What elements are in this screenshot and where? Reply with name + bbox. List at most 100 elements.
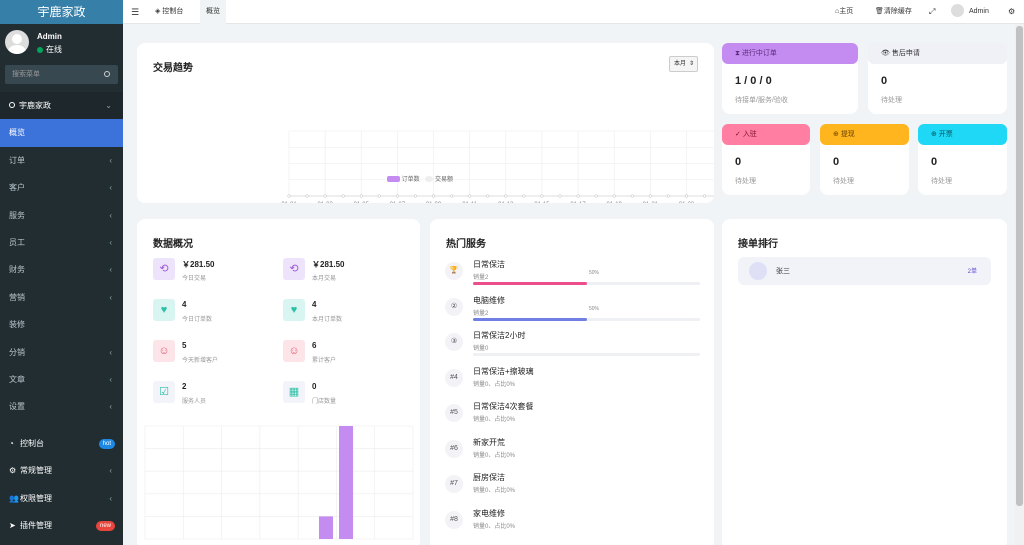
menu-badge: hot [98, 439, 115, 449]
service-name[interactable]: 日常保洁 [473, 259, 505, 270]
sidebar-item-label: 权限管理 [20, 493, 52, 503]
stat-value: 4 [312, 300, 317, 309]
page-scrollbar[interactable] [1015, 24, 1024, 545]
sidebar-bottom-item-0[interactable]: ◔ 控制台 hot [0, 430, 123, 457]
service-name[interactable]: 电脑维修 [473, 295, 505, 306]
chevron-left-icon: ‹ [109, 402, 112, 412]
x-tick-label: 01-07 [390, 202, 406, 203]
service-name[interactable]: 家电维修 [473, 508, 505, 519]
service-name[interactable]: 日常保洁4次套餐 [473, 401, 533, 412]
trophy-icon: 🏆 [445, 262, 463, 280]
stat-label: 本月交易 [312, 276, 337, 282]
sidebar-item-4[interactable]: 员工 ‹ [0, 229, 123, 256]
sidebar-item-7[interactable]: 装修 [0, 311, 123, 338]
sidebar-item-label: 插件管理 [20, 521, 52, 531]
mini-card-sub: 待处理 [735, 178, 756, 185]
heart-icon: ♥ [153, 299, 175, 321]
sidebar-item-0[interactable]: 概览 [0, 119, 123, 147]
service-name[interactable]: 日常保洁2小时 [473, 330, 525, 341]
legend-amount[interactable]: 交易额 [435, 177, 453, 183]
search-icon[interactable] [104, 71, 110, 77]
series-point [558, 194, 562, 198]
sidebar-bottom-item-1[interactable]: ⚙ 常规管理 ‹ [0, 457, 123, 484]
tab-console[interactable]: ◈ 控制台 [155, 0, 183, 24]
x-tick-label: 01-13 [498, 202, 514, 203]
x-tick-label: 01-15 [534, 202, 550, 203]
person-icon: ☺ [283, 340, 305, 362]
chevron-left-icon: ‹ [109, 374, 112, 384]
series-point [359, 194, 363, 198]
service-name[interactable]: 日常保洁+擦玻璃 [473, 366, 534, 377]
overview-card: 数据概况 ⟲ ￥281.50 今日交易 ⟲ ￥281.50 本月交易 ♥ 4 今日订单数 ♥ 4 本月… [137, 219, 420, 545]
sidebar-item-label: 文章 [9, 374, 25, 384]
x-tick-label: 01-03 [317, 202, 333, 203]
sidebar-item-label: 员工 [9, 237, 25, 247]
mini-card-2[interactable]: ✓ 入驻 0 待处理 [722, 124, 810, 195]
series-point [594, 194, 598, 198]
rank-badge: #4 [445, 368, 463, 387]
sidebar-section-yulu[interactable]: 宇鹿家政 ⌄ [0, 92, 123, 120]
sidebar-bottom-item-2[interactable]: 👥权限管理 ‹ [0, 485, 123, 512]
mini-card-header: ⊕ 开票 [918, 124, 1007, 145]
service-percent: 50% [589, 270, 600, 276]
sidebar-item-label: 概览 [9, 128, 25, 138]
stat-value: 2 [182, 382, 187, 391]
sidebar-item-1[interactable]: 订单 ‹ [0, 147, 123, 174]
sidebar-item-9[interactable]: 文章 ‹ [0, 366, 123, 393]
mini-card-3[interactable]: ⊕ 提现 0 待处理 [820, 124, 909, 195]
ranking-row[interactable]: 张三 2单 [738, 257, 991, 285]
sidebar-item-10[interactable]: 设置 ‹ [0, 393, 123, 420]
service-name[interactable]: 新家开荒 [473, 437, 505, 448]
clear-cache-button[interactable]: 🗑清除缓存 [875, 0, 912, 24]
mini-card-4[interactable]: ⊕ 开票 0 待处理 [918, 124, 1007, 195]
rank-badge: #6 [445, 439, 463, 458]
sidebar-item-8[interactable]: 分销 ‹ [0, 339, 123, 366]
series-point [468, 194, 472, 198]
avatar [749, 262, 767, 280]
chevron-left-icon: ‹ [109, 493, 112, 503]
sidebar-item-label: 服务 [9, 210, 25, 220]
chevron-left-icon: ‹ [109, 237, 112, 247]
sidebar-item-5[interactable]: 财务 ‹ [0, 256, 123, 283]
person-icon: ☺ [153, 340, 175, 362]
home-link[interactable]: ⌂主页 [835, 0, 853, 24]
sidebar-item-label: 控制台 [20, 439, 44, 448]
mini-card-label: 提现 [840, 131, 855, 138]
series-point [305, 194, 309, 198]
stat-label: 门店数量 [312, 399, 337, 405]
mini-card-sub: 待处理 [881, 97, 902, 104]
menu-toggle-icon[interactable]: ☰ [131, 0, 139, 24]
mini-card-1[interactable]: 👁 售后申请 0 待处理 [868, 43, 1007, 114]
fullscreen-icon[interactable]: ⤢ [929, 0, 935, 24]
legend-orders-swatch [387, 176, 400, 182]
service-name[interactable]: 厨房保洁 [473, 472, 505, 483]
mini-card-header: ✓ 入驻 [722, 124, 810, 145]
mini-card-icon: ⊕ [833, 131, 841, 138]
dashboard-icon: ◔ [9, 439, 14, 448]
settings-cog-icon[interactable]: ⚙ [1008, 0, 1015, 24]
series-point [341, 194, 345, 198]
chevron-left-icon: ‹ [109, 466, 112, 476]
service-percent: 50% [589, 305, 600, 312]
series-point [323, 194, 327, 198]
series-point [395, 194, 399, 198]
mini-card-0[interactable]: ⧗ 进行中订单 1 / 0 / 0 待接单/服务/验收 [722, 43, 858, 114]
chevron-left-icon: ‹ [109, 210, 112, 220]
overview-bar [319, 516, 333, 539]
scrollbar-thumb[interactable] [1016, 26, 1023, 506]
exchange-icon: ⟲ [153, 258, 175, 280]
sidebar-item-label: 设置 [9, 402, 25, 412]
app-logo[interactable]: 宇鹿家政 [0, 0, 123, 24]
legend-orders[interactable]: 订单数 [402, 177, 420, 183]
x-tick-label: 01-09 [426, 202, 442, 203]
tab-overview[interactable]: 概览 [200, 0, 226, 24]
sidebar-item-6[interactable]: 营销 ‹ [0, 284, 123, 311]
sidebar-item-3[interactable]: 服务 ‹ [0, 202, 123, 229]
sidebar-bottom-item-3[interactable]: ➤ 插件管理 new [0, 512, 123, 539]
admin-menu[interactable]: Admin [951, 0, 989, 24]
rank-badge: #7 [445, 475, 463, 493]
x-tick-label: 01-05 [354, 202, 370, 203]
overview-title: 数据概况 [153, 239, 193, 250]
menu-search-input[interactable]: 搜索菜单 [5, 65, 118, 84]
sidebar-item-2[interactable]: 客户 ‹ [0, 174, 123, 201]
